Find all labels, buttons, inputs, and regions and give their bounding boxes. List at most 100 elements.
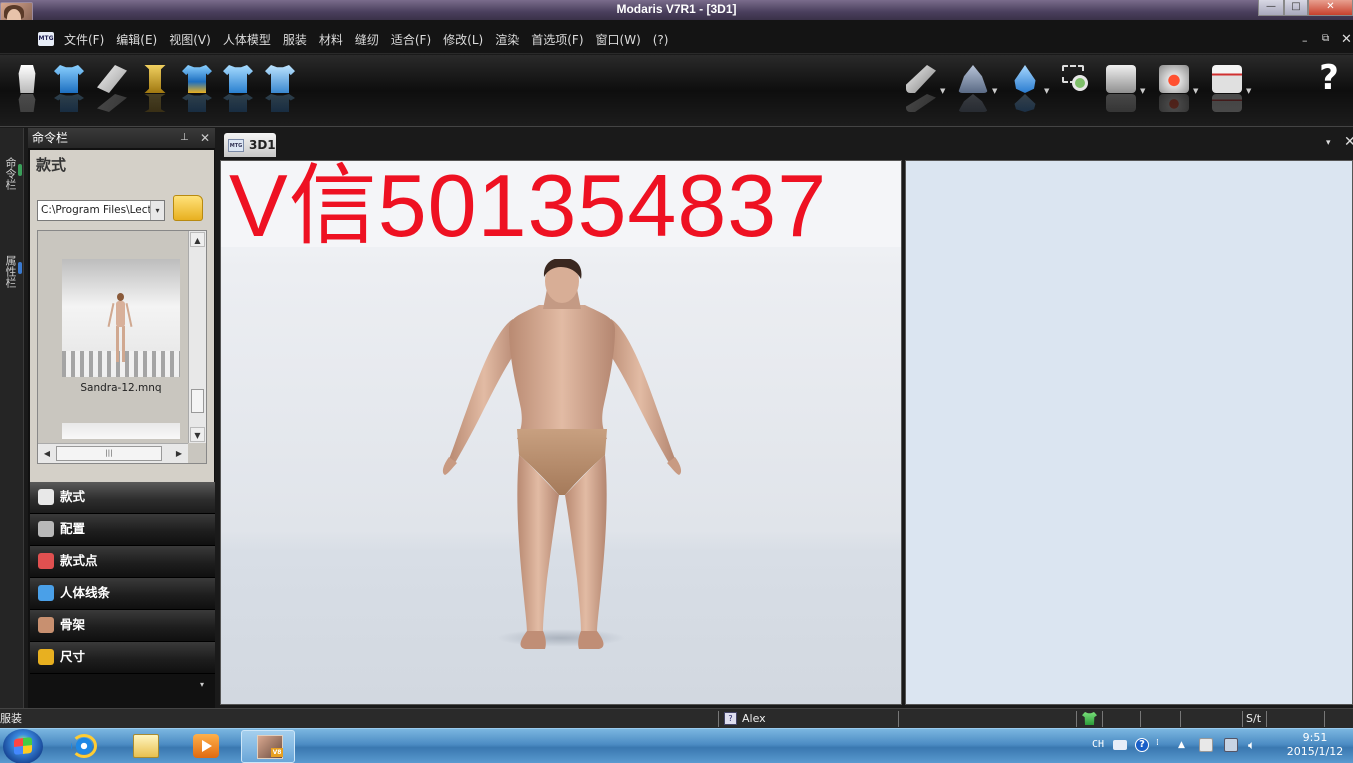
menu-item[interactable]: 文件(F): [58, 32, 110, 48]
nav-item[interactable]: 人体线条: [30, 578, 215, 610]
menu-item[interactable]: 视图(V): [163, 32, 217, 48]
mdi-close-button[interactable]: ✕: [1341, 32, 1352, 47]
menu-item[interactable]: 首选项(F): [525, 32, 589, 48]
list-item[interactable]: [62, 423, 180, 439]
menu-item[interactable]: 渲染: [489, 32, 525, 48]
shirt-edit-icon[interactable]: [263, 63, 297, 115]
tab-menu-icon[interactable]: ▾: [1326, 138, 1331, 148]
tab-command-bar[interactable]: 命令栏: [2, 138, 22, 208]
mdi-minimize-button[interactable]: –: [1302, 34, 1308, 47]
list-item[interactable]: [62, 259, 180, 377]
menu-item[interactable]: 材料: [313, 32, 349, 48]
shirt-blue-icon[interactable]: [52, 63, 86, 115]
fabric-roll-icon[interactable]: [95, 63, 129, 115]
nav-item[interactable]: 款式: [30, 482, 215, 514]
shirt-measure-icon[interactable]: [180, 63, 214, 115]
flag-error-icon[interactable]: [1199, 738, 1213, 752]
nav-more-icon[interactable]: ▾: [200, 680, 204, 689]
help-tray-icon[interactable]: ?: [1135, 738, 1149, 752]
mdi-restore-button[interactable]: ⧉: [1322, 33, 1329, 44]
nav-item[interactable]: 尺寸: [30, 642, 215, 674]
scroll-up-icon[interactable]: ▲: [190, 232, 205, 247]
menu-item[interactable]: 缝纫: [349, 32, 385, 48]
left-arm: [449, 319, 519, 463]
taskbar-media-player[interactable]: [178, 730, 232, 763]
chevron-down-icon[interactable]: ▾: [150, 201, 164, 220]
side-view-panel[interactable]: [905, 160, 1353, 705]
status-divider: [718, 711, 719, 727]
start-button[interactable]: [3, 729, 43, 763]
nav-item[interactable]: 配置: [30, 514, 215, 546]
thread-spool-icon[interactable]: [138, 63, 172, 115]
menu-item[interactable]: (?): [647, 32, 675, 48]
3d-viewport[interactable]: V信501354837: [220, 160, 902, 705]
taskbar-explorer[interactable]: [118, 730, 172, 763]
status-unit: S/t: [1246, 712, 1262, 725]
path-select[interactable]: C:\Program Files\Lectra ▾: [37, 200, 165, 221]
status-divider: [1266, 711, 1267, 727]
thumbnail-name: Sandra-12.mnq: [80, 382, 162, 394]
tab-3d1[interactable]: MTG 3D1: [224, 133, 276, 157]
tab-3d1-label: 3D1: [249, 138, 276, 152]
left-dock-strip: 命令栏 属性栏: [0, 128, 24, 708]
command-nav: 款式 配置 款式点 人体线条 骨架 尺寸 ▾: [30, 482, 215, 689]
drop-dropdown-arrow[interactable]: ▼: [1044, 87, 1049, 95]
tab-close-icon[interactable]: ✕: [1344, 134, 1353, 150]
help-icon[interactable]: ?: [1312, 61, 1346, 115]
menu-item[interactable]: 人体模型: [217, 32, 277, 48]
camera-icon[interactable]: ▼: [1104, 63, 1145, 115]
clock[interactable]: 9:51 2015/1/12: [1280, 731, 1350, 759]
camera-record-icon[interactable]: ▼: [1157, 63, 1198, 115]
right-foot: [578, 631, 604, 649]
menu-item[interactable]: 服装: [277, 32, 313, 48]
modaris-icon: [257, 735, 283, 759]
shirt-scissors-icon[interactable]: [221, 63, 255, 115]
scroll-left-icon[interactable]: ◀: [40, 446, 54, 461]
tray-options-icon[interactable]: ⁞: [1156, 738, 1166, 752]
scroll-down-icon[interactable]: ▼: [190, 427, 205, 442]
torso: [509, 305, 615, 439]
taskbar-ie[interactable]: [56, 730, 110, 763]
hscroll-thumb[interactable]: |||: [56, 446, 162, 461]
scroll-right-icon[interactable]: ▶: [172, 446, 186, 461]
close-button[interactable]: ✕: [1308, 0, 1353, 16]
keyboard-icon[interactable]: [1113, 740, 1127, 750]
taskbar-modaris[interactable]: [241, 730, 295, 763]
tab-command-bar-label: 命令栏: [4, 156, 17, 190]
menu-item[interactable]: 编辑(E): [110, 32, 163, 48]
language-indicator[interactable]: CH: [1092, 739, 1104, 750]
cone-outline-icon[interactable]: ▼: [956, 63, 997, 115]
nav-item[interactable]: 款式点: [30, 546, 215, 578]
maximize-button[interactable]: □: [1284, 0, 1308, 16]
command-panel: 命令栏 ⊥ ✕ 款式 C:\Program Files\Lectra ▾ San…: [28, 128, 215, 708]
pencil-icon[interactable]: ▼: [904, 63, 945, 115]
menu-item[interactable]: 适合(F): [385, 32, 437, 48]
tab-properties[interactable]: 属性栏: [2, 236, 22, 306]
pin-icon[interactable]: ⊥: [180, 128, 189, 148]
drop-blue-icon[interactable]: ▼: [1008, 63, 1049, 115]
horizontal-scrollbar[interactable]: ◀ ||| ▶: [38, 443, 188, 463]
nav-item[interactable]: 骨架: [30, 610, 215, 642]
body-lines-icon: [38, 585, 54, 601]
human-model[interactable]: [431, 259, 693, 659]
zoom-select-icon[interactable]: [1060, 63, 1094, 115]
windows-logo-icon: [14, 737, 32, 755]
panel-layout-icon[interactable]: ▼: [1210, 63, 1251, 115]
cone-dropdown-arrow[interactable]: ▼: [992, 87, 997, 95]
layout-dropdown-arrow[interactable]: ▼: [1246, 87, 1251, 95]
camera-record-dropdown-arrow[interactable]: ▼: [1193, 87, 1198, 95]
menu-item[interactable]: 窗口(W): [590, 32, 647, 48]
garment-body-icon[interactable]: [10, 63, 44, 115]
scroll-thumb[interactable]: [191, 389, 204, 413]
camera-dropdown-arrow[interactable]: ▼: [1140, 87, 1145, 95]
vertical-scrollbar[interactable]: ▲ ▼: [188, 231, 206, 443]
minimize-button[interactable]: —: [1258, 0, 1284, 16]
pencil-dropdown-arrow[interactable]: ▼: [940, 87, 945, 95]
volume-icon[interactable]: 🔈︎: [1248, 738, 1262, 752]
show-hidden-icons[interactable]: ▲: [1178, 740, 1188, 754]
folder-icon[interactable]: [173, 195, 203, 221]
panel-close-icon[interactable]: ✕: [200, 128, 210, 148]
network-icon[interactable]: [1224, 738, 1238, 752]
menu-item[interactable]: 修改(L): [437, 32, 489, 48]
mtg-menu-icon[interactable]: MTG: [38, 32, 54, 46]
